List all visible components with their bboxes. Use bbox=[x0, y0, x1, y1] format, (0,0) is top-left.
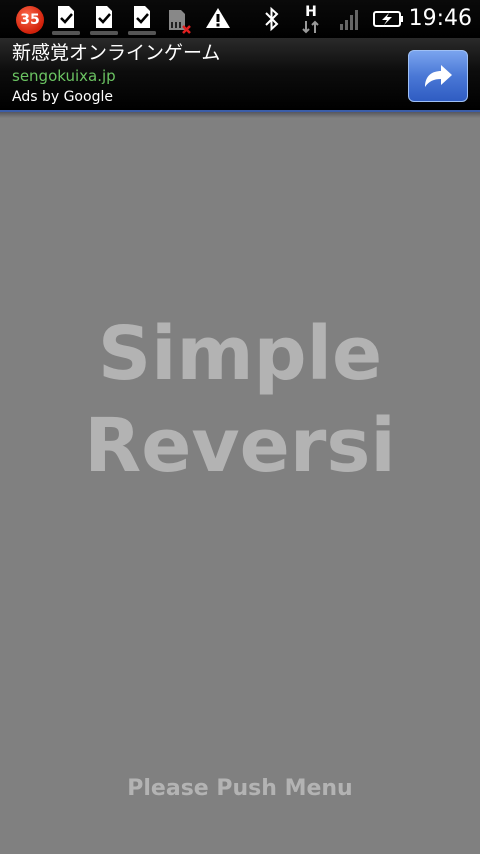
ad-url[interactable]: sengokuixa.jp bbox=[12, 66, 116, 86]
ad-open-button[interactable] bbox=[408, 50, 468, 102]
share-arrow-icon bbox=[425, 65, 452, 87]
network-h-icon: H bbox=[300, 4, 322, 34]
clock: 19:46 bbox=[408, 6, 472, 31]
warning-icon[interactable] bbox=[204, 4, 232, 34]
game-title: Simple Reversi bbox=[0, 308, 480, 492]
sd-card-error-icon[interactable] bbox=[166, 4, 194, 36]
bluetooth-icon bbox=[265, 6, 279, 32]
ad-banner[interactable]: 新感覚オンラインゲーム sengokuixa.jp Ads by Google bbox=[0, 38, 480, 112]
data-arrows-icon bbox=[302, 20, 319, 34]
game-title-line2: Reversi bbox=[84, 403, 396, 489]
network-type-label: H bbox=[305, 4, 317, 20]
status-bar: 35 H 19:46 bbox=[0, 0, 480, 38]
notification-count-badge[interactable]: 35 bbox=[16, 6, 44, 34]
ad-attribution: Ads by Google bbox=[12, 89, 113, 105]
game-title-line1: Simple bbox=[97, 311, 383, 397]
battery-charging-icon bbox=[373, 11, 403, 27]
ad-title[interactable]: 新感覚オンラインゲーム bbox=[12, 40, 220, 66]
signal-icon bbox=[340, 10, 358, 30]
push-menu-hint: Please Push Menu bbox=[127, 776, 353, 801]
download-done-icon[interactable] bbox=[126, 4, 158, 36]
download-done-icon[interactable] bbox=[88, 4, 120, 36]
ad-banner-shadow bbox=[0, 112, 480, 118]
download-done-icon[interactable] bbox=[50, 4, 82, 36]
app-screen: 35 H 19:46 新感覚オンラインゲーム sengokuixa.jp Ads… bbox=[0, 0, 480, 854]
